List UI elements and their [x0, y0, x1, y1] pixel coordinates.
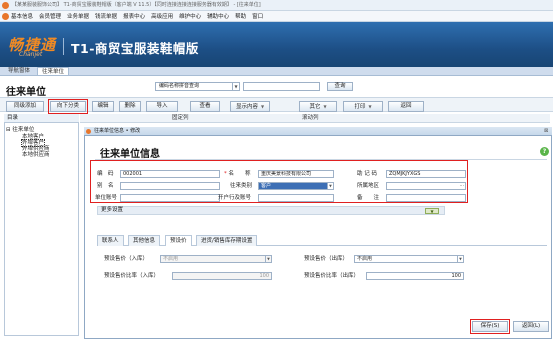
preset-out-label: 预设售价（出库） — [304, 256, 349, 262]
other-label: 其它 — [309, 104, 321, 110]
window-title-bar: 【某某服装服饰公司】 T1-商贸宝服装鞋帽版（客户端 V 11.5）【同时连接连… — [0, 0, 553, 11]
menu-item-business-docs[interactable]: 业务单据 — [67, 12, 89, 20]
preset-in-value: 不启用 — [163, 256, 179, 262]
print-label: 打印 — [354, 104, 366, 110]
tree-item-local-supplier[interactable]: 本地供应商 — [22, 152, 50, 158]
tab-partners[interactable]: 往来单位 — [37, 67, 70, 75]
import-button[interactable]: 导入 — [146, 101, 178, 112]
chevron-down-icon[interactable]: ▼ — [457, 256, 463, 262]
return-button[interactable]: 返回 — [388, 101, 424, 112]
dialog-heading: 往来单位信息 — [100, 149, 160, 160]
brand-divider — [63, 38, 64, 55]
search-input[interactable] — [243, 82, 320, 91]
tab-navigation[interactable]: 导航窗体 — [4, 67, 34, 75]
column-fixed[interactable]: 固定列 — [172, 114, 189, 123]
menu-item-member[interactable]: 会员管理 — [39, 12, 61, 20]
window-title: 【某某服装服饰公司】 T1-商贸宝服装鞋帽版（客户端 V 11.5）【同时连接连… — [12, 2, 261, 8]
grid-column-header: 固定列 滚动列 — [80, 114, 550, 123]
preset-in-ratio-input[interactable]: 100 — [172, 272, 272, 280]
edit-button[interactable]: 编辑 — [92, 101, 114, 112]
chevron-down-icon[interactable]: ▼ — [232, 83, 239, 90]
search-field-value: 编码名称拼音查询 — [159, 83, 200, 89]
preset-out-value: 不启用 — [357, 256, 373, 262]
preset-in-select[interactable]: 不启用 ▼ — [160, 255, 272, 263]
highlight-box-fields — [90, 160, 468, 203]
view-button[interactable]: 查看 — [190, 101, 220, 112]
close-icon[interactable]: ⊠ — [544, 128, 548, 134]
search-field-select[interactable]: 编码名称拼音查询 ▼ — [155, 82, 240, 91]
menu-item-basic-info[interactable]: 基本信息 — [11, 12, 33, 20]
menu-item-reports[interactable]: 报表中心 — [123, 12, 145, 20]
column-scroll[interactable]: 滚动列 — [302, 114, 319, 123]
chevron-down-icon[interactable]: ▼ — [265, 256, 271, 262]
print-button[interactable]: 打印 ▼ — [343, 101, 383, 112]
tab-contacts[interactable]: 联系人 — [97, 235, 124, 246]
highlight-box-add-child — [48, 99, 88, 114]
menu-item-advanced[interactable]: 高级应用 — [151, 12, 173, 20]
preset-in-ratio-label: 预设售价比率（入库） — [104, 273, 160, 279]
preset-out-ratio-input[interactable]: 100 — [366, 272, 464, 280]
dialog-title-bar: 往来单位信息 • 修改 — [84, 127, 552, 136]
preset-out-ratio-label: 预设售价比率（出库） — [304, 273, 360, 279]
dialog-title: 往来单位信息 • 修改 — [94, 128, 141, 134]
brand-logo-sub: Chanjet — [19, 51, 43, 58]
add-sibling-button[interactable]: 同级添加 — [6, 101, 44, 112]
dialog-icon — [86, 129, 91, 134]
tab-preset-price[interactable]: 预设价 — [165, 235, 192, 246]
menu-item-cash-docs[interactable]: 钱流单据 — [95, 12, 117, 20]
display-content-label: 显示内容 — [235, 104, 258, 110]
menu-app-icon — [2, 12, 9, 20]
tree-root-label: 往来单位 — [12, 127, 35, 133]
tab-other-info[interactable]: 其他信息 — [128, 235, 161, 246]
back-button[interactable]: 返回(L) — [513, 321, 549, 332]
preset-out-select[interactable]: 不启用 ▼ — [354, 255, 464, 263]
delete-button[interactable]: 删除 — [119, 101, 141, 112]
menu-item-assist[interactable]: 辅助中心 — [207, 12, 229, 20]
menu-item-window[interactable]: 窗口 — [252, 12, 263, 20]
expand-icon[interactable]: ▼ — [425, 208, 439, 214]
menu-item-maintenance[interactable]: 维护中心 — [179, 12, 201, 20]
tab-stock-period[interactable]: 进货/销售库存期设置 — [196, 235, 258, 246]
document-tab-bar: 导航窗体 往来单位 — [0, 67, 553, 76]
other-button[interactable]: 其它 ▼ — [299, 101, 337, 112]
chevron-down-icon: ▼ — [368, 104, 372, 109]
app-icon — [2, 2, 9, 9]
chevron-down-icon: ▼ — [323, 104, 327, 109]
highlight-box-save — [470, 319, 510, 334]
chevron-down-icon: ▼ — [260, 104, 265, 109]
menu-item-help[interactable]: 帮助 — [235, 12, 246, 20]
menu-bar: 基本信息 会员管理 业务单据 钱流单据 报表中心 高级应用 维护中心 辅助中心 … — [0, 11, 553, 22]
display-content-button[interactable]: 显示内容 ▼ — [230, 101, 270, 112]
more-settings-bar[interactable]: 更多设置 — [97, 206, 445, 215]
help-icon[interactable]: ? — [540, 147, 549, 156]
tree-root[interactable]: ⊟ 往来单位 — [6, 127, 34, 133]
preset-in-label: 预设售价（入库） — [104, 256, 149, 262]
tree-header: 目录 — [4, 114, 79, 123]
page-title: 往来单位 — [6, 87, 46, 98]
query-button[interactable]: 查询 — [327, 82, 353, 91]
product-name: T1-商贸宝服装鞋帽版 — [71, 41, 199, 56]
